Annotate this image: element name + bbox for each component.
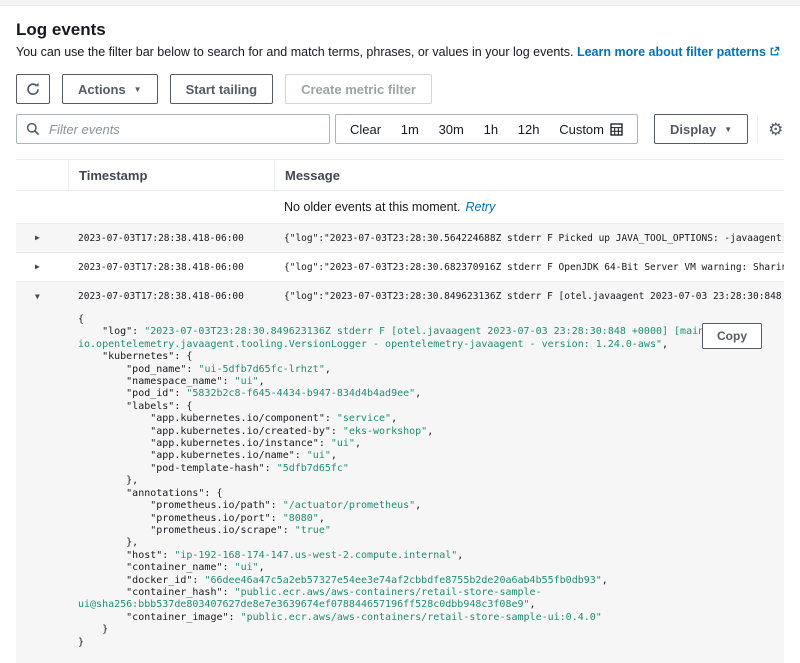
json-line: "labels": { [78, 401, 784, 413]
json-line: }, [78, 537, 784, 549]
json-line: "log": "2023-07-03T23:28:30.849623136Z s… [78, 326, 784, 338]
event-json: { "log": "2023-07-03T23:28:30.849623136Z… [16, 314, 784, 649]
page-description: You can use the filter bar below to sear… [16, 44, 784, 61]
filter-bar: Clear 1m 30m 1h 12h Custom Display ▼ ⚙ [16, 114, 784, 144]
json-line: ui@sha256:bbb537de803407627de8e7e3639674… [78, 599, 784, 611]
timestamp-column-header: Timestamp [68, 160, 274, 190]
message-cell: {"log":"2023-07-03T23:28:30.682370916Z s… [274, 262, 784, 273]
expand-toggle-icon[interactable]: ▶ [16, 263, 68, 271]
expand-toggle-icon[interactable]: ▼ [16, 293, 68, 301]
time-range-30m[interactable]: 30m [439, 122, 464, 137]
table-row: ▶ 2023-07-03T17:28:38.418-06:00 {"log":"… [16, 253, 784, 282]
toolbar: Actions ▼ Start tailing Create metric fi… [16, 74, 784, 104]
message-column-header: Message [274, 160, 784, 190]
json-line: "pod-template-hash": "5dfb7d65fc" [78, 463, 784, 475]
timestamp-cell: 2023-07-03T17:28:38.418-06:00 [68, 233, 274, 244]
time-range-12h[interactable]: 12h [518, 122, 540, 137]
gear-icon[interactable]: ⚙ [768, 121, 783, 138]
json-line: "container_image": "public.ecr.aws/aws-c… [78, 612, 784, 624]
chevron-down-icon: ▼ [724, 126, 732, 134]
no-older-events-notice: No older events at this moment. Retry [16, 191, 784, 224]
json-line: "app.kubernetes.io/instance": "ui", [78, 438, 784, 450]
json-line: "namespace_name": "ui", [78, 376, 784, 388]
create-metric-filter-button[interactable]: Create metric filter [285, 74, 432, 104]
time-range-1h[interactable]: 1h [484, 122, 498, 137]
time-range-control: Clear 1m 30m 1h 12h Custom [335, 114, 638, 144]
external-link-icon [769, 46, 780, 57]
actions-button[interactable]: Actions ▼ [62, 74, 158, 104]
expanded-event-panel: { "log": "2023-07-03T23:28:30.849623136Z… [16, 311, 784, 663]
json-line: "app.kubernetes.io/created-by": "eks-wor… [78, 426, 784, 438]
json-line: "app.kubernetes.io/component": "service"… [78, 413, 784, 425]
search-box [16, 114, 330, 144]
json-line: "prometheus.io/port": "8080", [78, 513, 784, 525]
json-line: "docker_id": "66dee46a47c5a2eb57327e54ee… [78, 575, 784, 587]
table-row: ▼ 2023-07-03T17:28:38.418-06:00 {"log":"… [16, 282, 784, 311]
json-line: }, [78, 475, 784, 487]
json-line: "app.kubernetes.io/name": "ui", [78, 450, 784, 462]
search-icon [26, 122, 40, 136]
copy-button[interactable]: Copy [702, 323, 762, 349]
json-line: } [78, 624, 784, 636]
json-line: "prometheus.io/scrape": "true" [78, 525, 784, 537]
log-events-table: Timestamp Message No older events at thi… [16, 159, 784, 663]
json-line: "prometheus.io/path": "/actuator/prometh… [78, 500, 784, 512]
expand-column-header [16, 160, 68, 190]
display-button[interactable]: Display ▼ [654, 114, 748, 144]
json-line: "host": "ip-192-168-174-147.us-west-2.co… [78, 550, 784, 562]
message-cell: {"log":"2023-07-03T23:28:30.564224688Z s… [274, 233, 784, 244]
json-line: "pod_name": "ui-5dfb7d65fc-lrhzt", [78, 364, 784, 376]
filter-events-input[interactable] [47, 121, 320, 138]
json-line: "container_name": "ui", [78, 562, 784, 574]
time-range-custom[interactable]: Custom [559, 122, 623, 137]
timestamp-cell: 2023-07-03T17:28:38.418-06:00 [68, 262, 274, 273]
expand-toggle-icon[interactable]: ▶ [16, 234, 68, 242]
calendar-icon [610, 123, 623, 136]
json-line: } [78, 637, 784, 649]
json-line: io.opentelemetry.javaagent.tooling.Versi… [78, 339, 784, 351]
json-line: { [78, 314, 784, 326]
json-line: "container_hash": "public.ecr.aws/aws-co… [78, 587, 784, 599]
description-text: You can use the filter bar below to sear… [16, 45, 573, 59]
timestamp-cell: 2023-07-03T17:28:38.418-06:00 [68, 291, 274, 302]
vertical-divider [757, 115, 758, 143]
json-line: "kubernetes": { [78, 351, 784, 363]
page-title: Log events [16, 20, 784, 40]
chevron-down-icon: ▼ [134, 86, 142, 94]
table-header: Timestamp Message [16, 159, 784, 191]
message-cell: {"log":"2023-07-03T23:28:30.849623136Z s… [274, 291, 784, 302]
json-line: "annotations": { [78, 488, 784, 500]
table-row: ▶ 2023-07-03T17:28:38.418-06:00 {"log":"… [16, 224, 784, 253]
json-line: "pod_id": "5832b2c8-f645-4434-b947-834d4… [78, 388, 784, 400]
time-range-clear[interactable]: Clear [350, 122, 381, 137]
log-table-body: ▶ 2023-07-03T17:28:38.418-06:00 {"log":"… [16, 224, 784, 311]
learn-more-link[interactable]: Learn more about filter patterns [577, 45, 780, 59]
log-events-panel: Log events You can use the filter bar be… [0, 6, 800, 663]
start-tailing-button[interactable]: Start tailing [170, 74, 274, 104]
refresh-icon [25, 81, 41, 97]
retry-link[interactable]: Retry [465, 200, 495, 214]
refresh-button[interactable] [16, 74, 50, 104]
time-range-1m[interactable]: 1m [401, 122, 419, 137]
